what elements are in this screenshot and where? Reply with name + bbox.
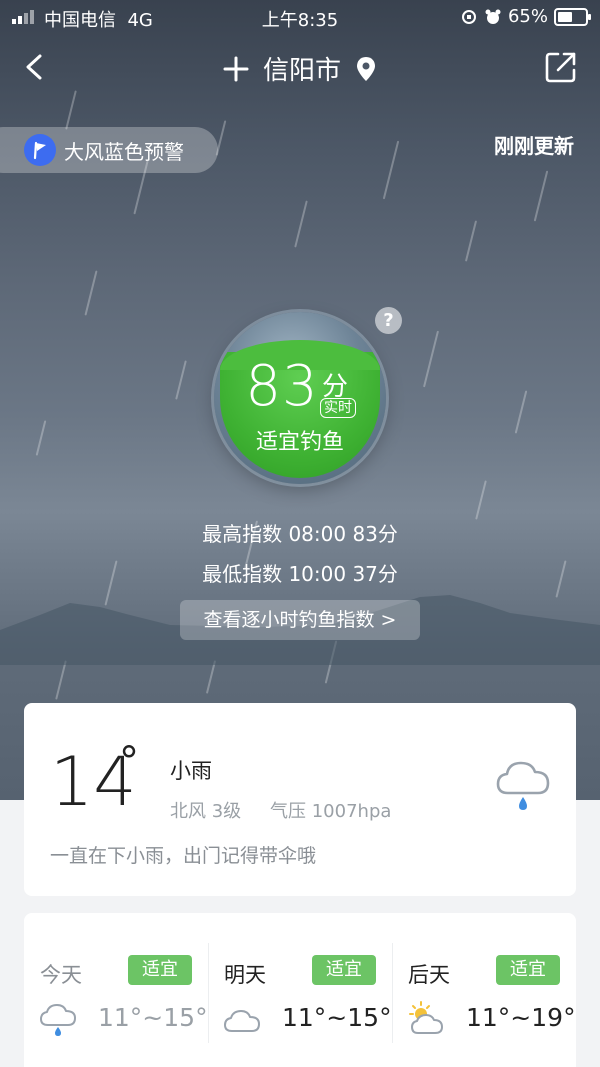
cloud-icon: [224, 1010, 260, 1032]
forecast-temp-range: 11°~15°: [282, 1003, 392, 1032]
update-status: 刚刚更新: [494, 134, 574, 158]
help-icon[interactable]: ?: [375, 307, 402, 334]
forecast-day-tomorrow[interactable]: 明天 适宜 11°~15°: [208, 913, 392, 1067]
suitability-badge: 适宜: [128, 955, 192, 985]
share-icon[interactable]: [544, 50, 578, 84]
degree-symbol: °: [119, 739, 139, 785]
realtime-tag: 实时: [320, 398, 356, 418]
suitability-badge: 适宜: [496, 955, 560, 985]
hourly-index-button[interactable]: 查看逐小时钓鱼指数 >: [180, 600, 420, 640]
city-name[interactable]: 信阳市: [263, 50, 341, 87]
battery-percent: 65%: [507, 6, 548, 27]
weather-warning-pill[interactable]: 大风蓝色预警: [0, 127, 218, 173]
add-city-icon[interactable]: [223, 56, 249, 82]
pressure-info: 气压 1007hpa: [270, 801, 392, 822]
rain-cloud-icon: [40, 1004, 76, 1036]
forecast-day-label: 明天: [224, 963, 266, 987]
forecast-day-label: 后天: [408, 963, 450, 987]
fishing-score-orb[interactable]: 83 分 实时 适宜钓鱼: [214, 312, 386, 484]
nav-bar: 信阳市: [0, 40, 600, 96]
orientation-lock-icon: [461, 9, 476, 24]
battery-icon: [554, 7, 591, 26]
rain-cloud-icon: [496, 761, 550, 810]
score-label: 适宜钓鱼: [255, 430, 344, 455]
forecast-temp-range: 11°~19°: [466, 1003, 576, 1032]
min-index-text: 最低指数 10:00 37分: [202, 562, 398, 586]
weather-tip: 一直在下小雨，出门记得带伞哦: [50, 845, 317, 867]
sun-cloud-icon: [409, 1001, 443, 1034]
alarm-icon: [485, 9, 501, 24]
forecast-day-label: 今天: [40, 963, 82, 987]
city-selector[interactable]: 信阳市: [0, 50, 600, 87]
forecast-day-today[interactable]: 今天 适宜 11°~15°: [24, 913, 208, 1067]
suitability-badge: 适宜: [312, 955, 376, 985]
forecast-temp-range: 11°~15°: [98, 1003, 208, 1032]
weather-description: 小雨: [170, 759, 212, 783]
current-weather-card: 14 ° 小雨 北风 3级 气压 1007hpa 一直在下小雨，出门记得带伞哦: [24, 703, 576, 896]
status-bar: 中国电信 4G 上午8:35 65%: [0, 0, 600, 34]
wind-info: 北风 3级: [170, 801, 242, 822]
warning-flag-icon: [24, 134, 56, 166]
max-index-text: 最高指数 08:00 83分: [202, 522, 398, 546]
warning-label: 大风蓝色预警: [64, 139, 184, 164]
location-pin-icon: [357, 56, 375, 81]
forecast-card: 今天 适宜 11°~15° 明天 适宜 11°~15° 后天 适宜 11°~19…: [24, 913, 576, 1067]
forecast-day-after-tomorrow[interactable]: 后天 适宜 11°~19°: [392, 913, 576, 1067]
